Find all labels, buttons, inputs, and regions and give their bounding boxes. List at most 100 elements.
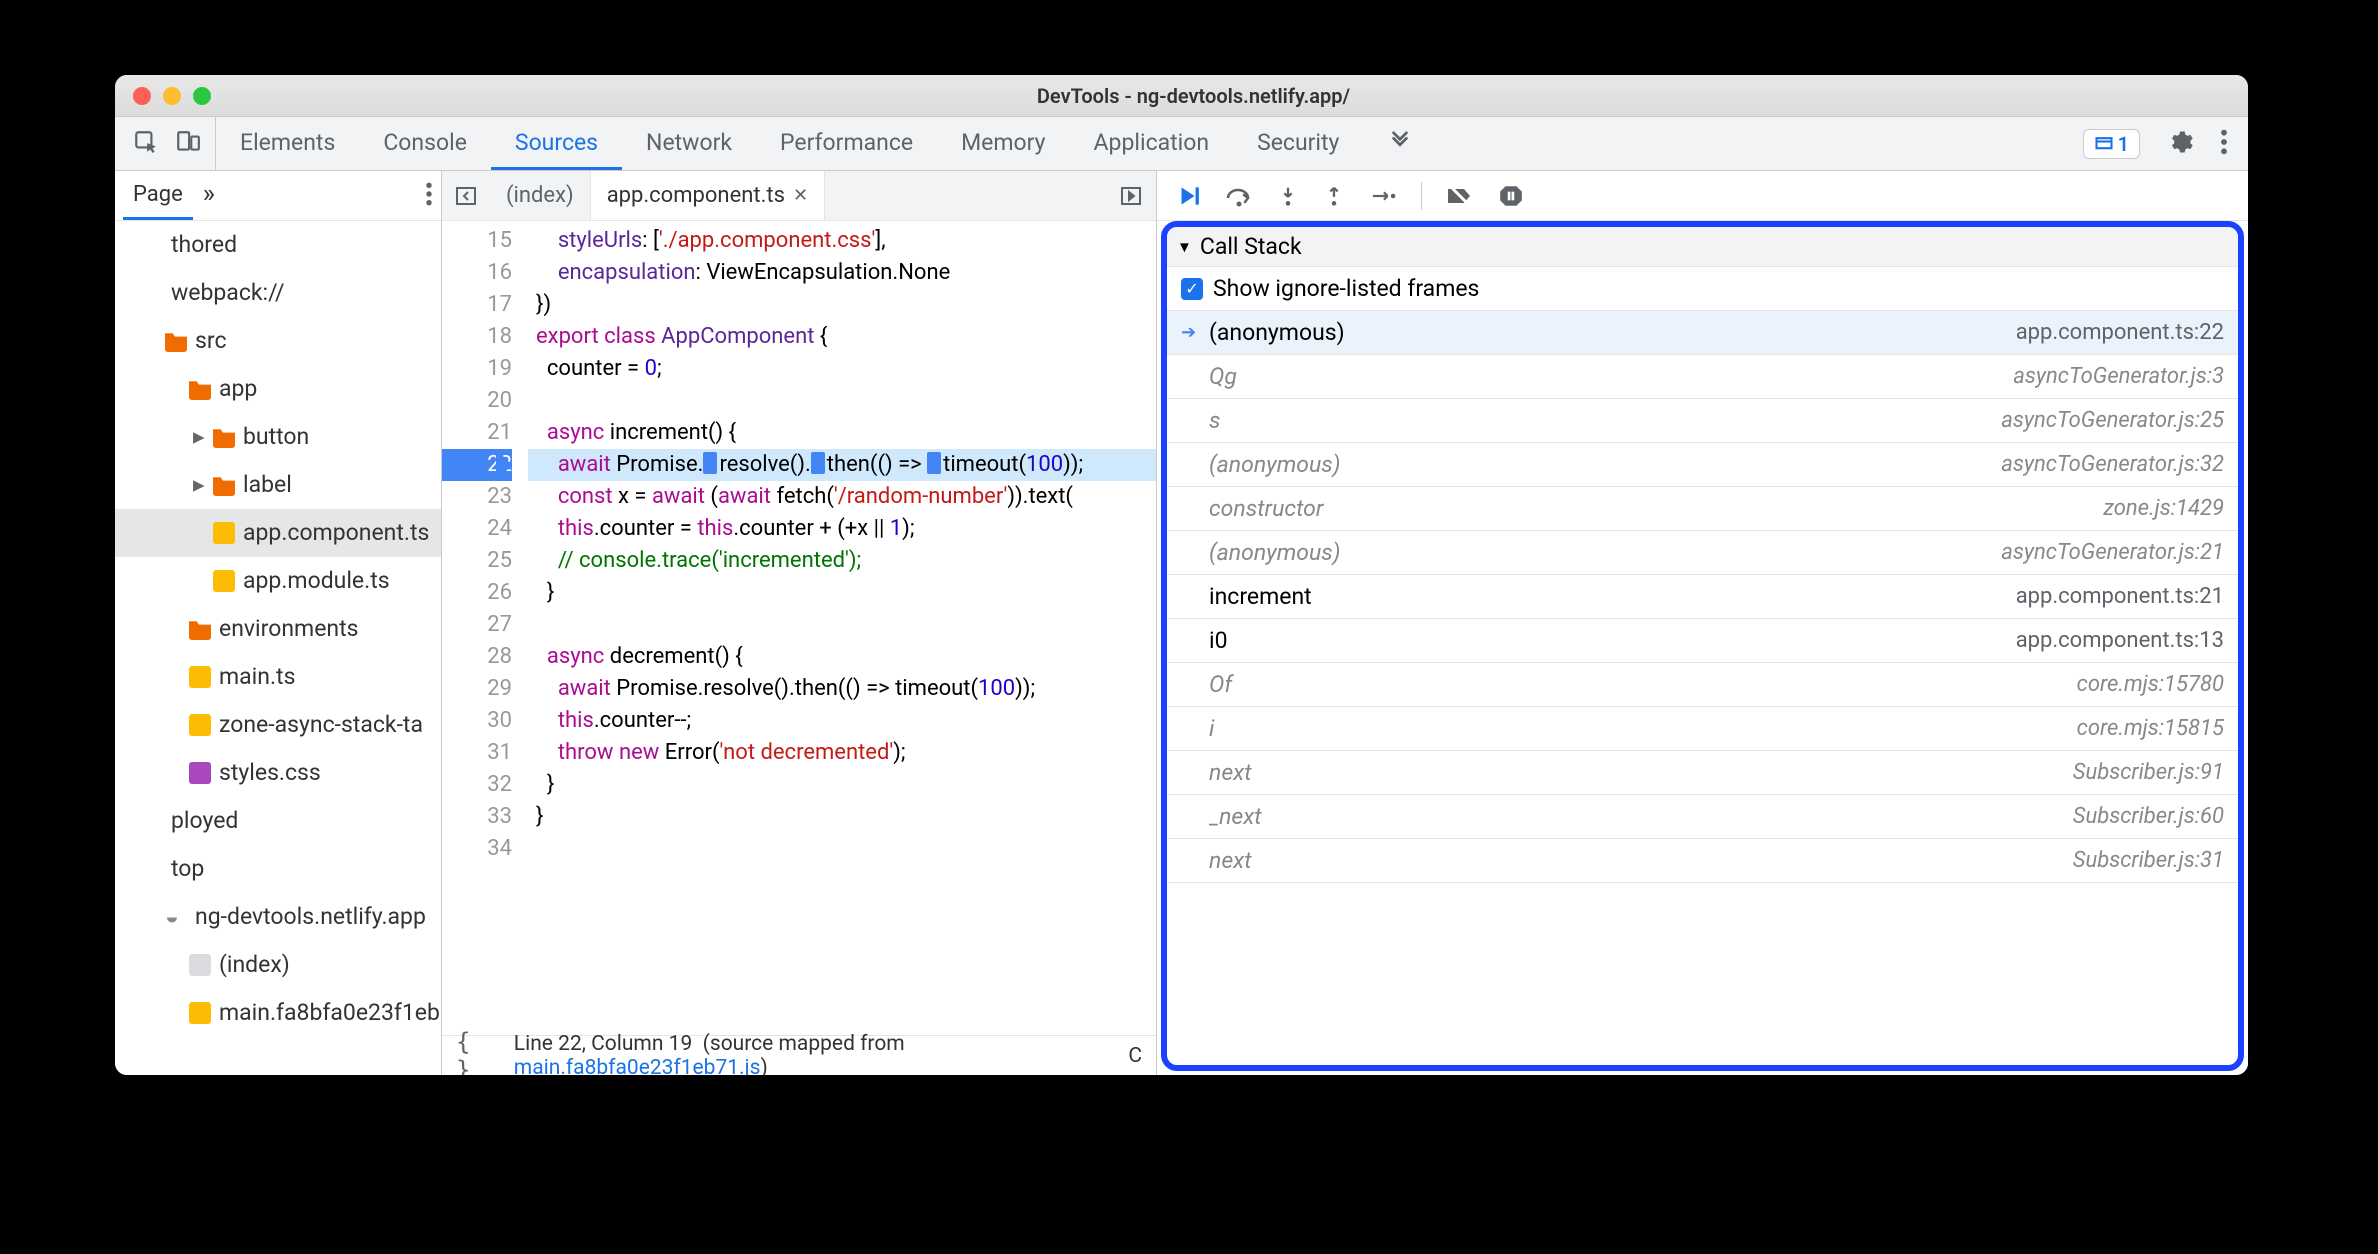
file-icon <box>213 570 235 592</box>
tree-item[interactable]: ◒ng-devtools.netlify.app <box>115 893 441 941</box>
tree-item-label: webpack:// <box>171 269 285 317</box>
tree-item[interactable]: top <box>115 845 441 893</box>
debugger-toolbar <box>1157 171 2248 221</box>
file-tree: thoredwebpack://srcapp▸button▸labelapp.c… <box>115 221 441 1075</box>
close-tab-icon[interactable]: ✕ <box>793 185 808 206</box>
tree-item[interactable]: main.fa8bfa0e23f1eb <box>115 989 441 1037</box>
navigator-tab-page[interactable]: Page <box>123 171 193 220</box>
step-over-icon[interactable] <box>1225 183 1253 209</box>
frame-function: _next <box>1209 803 2063 830</box>
navigator-more-icon[interactable] <box>425 181 433 211</box>
tree-item-label: environments <box>219 605 358 653</box>
frame-location: Subscriber.js:91 <box>2073 760 2224 785</box>
tree-item[interactable]: zone-async-stack-ta <box>115 701 441 749</box>
frame-function: constructor <box>1209 495 2093 522</box>
call-stack-frame[interactable]: sasyncToGenerator.js:25 <box>1167 399 2238 443</box>
tree-item[interactable]: environments <box>115 605 441 653</box>
step-icon[interactable] <box>1369 185 1397 207</box>
call-stack-frame[interactable]: _nextSubscriber.js:60 <box>1167 795 2238 839</box>
editor-tab[interactable]: app.component.ts✕ <box>591 171 825 220</box>
frame-location: app.component.ts:13 <box>2016 628 2224 653</box>
issues-count: 1 <box>2118 132 2129 156</box>
call-stack-frame[interactable]: incrementapp.component.ts:21 <box>1167 575 2238 619</box>
tree-item[interactable]: src <box>115 317 441 365</box>
tab-memory[interactable]: Memory <box>937 117 1069 170</box>
tab-security[interactable]: Security <box>1233 117 1363 170</box>
zoom-window-icon[interactable] <box>193 87 211 105</box>
call-stack-frame[interactable]: (anonymous)asyncToGenerator.js:32 <box>1167 443 2238 487</box>
resume-icon[interactable] <box>1175 183 1201 209</box>
pretty-print-icon[interactable]: { } <box>456 1028 496 1076</box>
step-into-icon[interactable] <box>1277 183 1299 209</box>
tab-console[interactable]: Console <box>359 117 491 170</box>
tree-item[interactable]: thored <box>115 221 441 269</box>
tree-item-label: button <box>243 413 309 461</box>
device-toggle-icon[interactable] <box>175 129 201 159</box>
call-stack-frame[interactable]: nextSubscriber.js:31 <box>1167 839 2238 883</box>
tab-overflow[interactable] <box>1363 117 1437 170</box>
tree-item[interactable]: ▸button <box>115 413 441 461</box>
tree-item[interactable]: app.module.ts <box>115 557 441 605</box>
frame-location: core.mjs:15780 <box>2077 672 2224 697</box>
tree-item[interactable]: webpack:// <box>115 269 441 317</box>
navigator-tab-overflow[interactable]: » <box>193 171 225 220</box>
call-stack-frame[interactable]: QgasyncToGenerator.js:3 <box>1167 355 2238 399</box>
tree-item-label: main.ts <box>219 653 295 701</box>
editor-nav-back-icon[interactable] <box>442 171 490 220</box>
frame-function: i <box>1209 715 2067 742</box>
inspect-icon[interactable] <box>133 129 159 159</box>
file-icon <box>189 714 211 736</box>
tree-item[interactable]: app.component.ts <box>115 509 441 557</box>
frame-location: core.mjs:15815 <box>2077 716 2224 741</box>
settings-icon[interactable] <box>2166 128 2194 160</box>
editor-tab[interactable]: (index) <box>490 171 591 220</box>
frame-function: (anonymous) <box>1209 319 2006 346</box>
call-stack-frame[interactable]: i0app.component.ts:13 <box>1167 619 2238 663</box>
tree-item[interactable]: (index) <box>115 941 441 989</box>
checkbox-checked-icon[interactable]: ✓ <box>1181 278 1203 300</box>
tab-elements[interactable]: Elements <box>216 117 359 170</box>
step-out-icon[interactable] <box>1323 183 1345 209</box>
frame-location: app.component.ts:22 <box>2016 320 2224 345</box>
tab-network[interactable]: Network <box>622 117 756 170</box>
tree-item-label: src <box>195 317 227 365</box>
deactivate-breakpoints-icon[interactable] <box>1446 184 1474 208</box>
pause-on-exceptions-icon[interactable] <box>1498 183 1524 209</box>
close-window-icon[interactable] <box>133 87 151 105</box>
tree-item[interactable]: app <box>115 365 441 413</box>
call-stack-frame[interactable]: nextSubscriber.js:91 <box>1167 751 2238 795</box>
tab-sources[interactable]: Sources <box>491 117 622 170</box>
issues-badge[interactable]: 1 <box>2083 129 2140 159</box>
folder-icon <box>213 426 235 448</box>
tree-item-label: thored <box>171 221 237 269</box>
tree-item-label: styles.css <box>219 749 321 797</box>
tab-performance[interactable]: Performance <box>756 117 937 170</box>
tree-item[interactable]: ployed <box>115 797 441 845</box>
titlebar: DevTools - ng-devtools.netlify.app/ <box>115 75 2248 117</box>
call-stack-frame[interactable]: (anonymous)asyncToGenerator.js:21 <box>1167 531 2238 575</box>
call-stack-frame[interactable]: Ofcore.mjs:15780 <box>1167 663 2238 707</box>
cursor-position: Line 22, Column 19 <box>514 1032 692 1056</box>
more-icon[interactable] <box>2220 128 2228 160</box>
tab-application[interactable]: Application <box>1070 117 1234 170</box>
frame-location: zone.js:1429 <box>2103 496 2224 521</box>
frame-location: asyncToGenerator.js:32 <box>2001 452 2224 477</box>
editor-run-snippet-icon[interactable] <box>1106 171 1156 220</box>
code-viewer[interactable]: 1516171819202122232425262728293031323334… <box>442 221 1156 1035</box>
tree-item-label: ployed <box>171 797 238 845</box>
call-stack-frame[interactable]: constructor zone.js:1429 <box>1167 487 2238 531</box>
frame-function: Qg <box>1209 363 2003 390</box>
call-stack-frame[interactable]: ➔(anonymous)app.component.ts:22 <box>1167 311 2238 355</box>
frame-function: s <box>1209 407 1991 434</box>
tree-item[interactable]: main.ts <box>115 653 441 701</box>
tree-item[interactable]: ▸label <box>115 461 441 509</box>
show-ignored-frames-row[interactable]: ✓ Show ignore-listed frames <box>1167 267 2238 311</box>
call-stack-frame[interactable]: i core.mjs:15815 <box>1167 707 2238 751</box>
call-stack-header[interactable]: ▼ Call Stack <box>1167 227 2238 267</box>
folder-icon <box>189 378 211 400</box>
source-map-link[interactable]: main.fa8bfa0e23f1eb71.js <box>514 1056 761 1076</box>
tree-item-label: zone-async-stack-ta <box>219 701 423 749</box>
tree-item[interactable]: styles.css <box>115 749 441 797</box>
minimize-window-icon[interactable] <box>163 87 181 105</box>
devtools-window: DevTools - ng-devtools.netlify.app/ Elem… <box>115 75 2248 1075</box>
